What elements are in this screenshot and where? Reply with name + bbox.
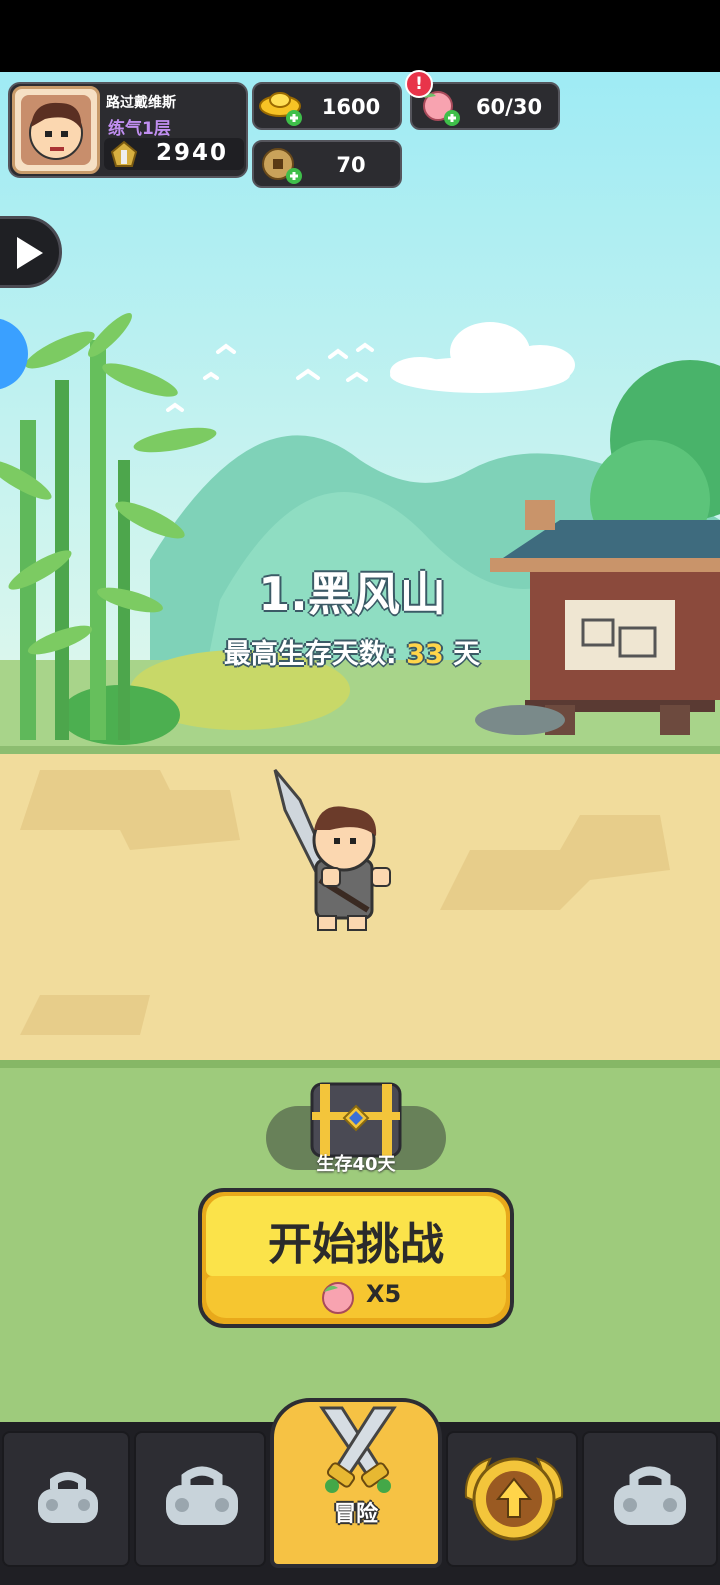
stage-title: 1.黑风山	[258, 567, 446, 621]
nav-tab-5-locked[interactable]	[582, 1431, 718, 1567]
avatar-face-icon	[21, 95, 91, 165]
copper-coin-icon	[262, 148, 302, 184]
peach-cost-icon	[322, 1282, 354, 1314]
lock-icon	[614, 1466, 686, 1525]
start-button-cost: X5	[366, 1280, 402, 1308]
avatar[interactable]	[12, 86, 100, 174]
lock-icon	[166, 1466, 238, 1525]
best-survival-days: 33	[406, 639, 444, 670]
best-survival-line: 最高生存天数: 33 天	[0, 632, 704, 671]
lock-icon	[38, 1472, 98, 1523]
player-name: 路过戴维斯	[106, 95, 176, 111]
player-panel[interactable]: 路过戴维斯 练气1层 2940	[8, 82, 248, 178]
player-realm: 练气1层	[108, 119, 171, 139]
power-bar: 2940	[104, 138, 244, 170]
gold-value: 1600	[321, 95, 381, 119]
power-helmet-icon	[110, 140, 138, 167]
crossed-swords-icon	[319, 1406, 397, 1493]
game-screen: 路过戴维斯 练气1层 2940 1600 60/30 ! 70 1.黑风山 最高…	[0, 0, 720, 1585]
start-challenge-button[interactable]: 开始挑战 X5	[198, 1188, 514, 1328]
nav-tab-adventure-label: 冒险	[333, 1502, 378, 1527]
scene-background	[0, 0, 720, 1585]
stamina-alert-badge: !	[405, 70, 433, 98]
reward-label: 生存40天	[316, 1154, 396, 1175]
treasure-chest-icon[interactable]	[306, 1078, 406, 1158]
power-value: 2940	[156, 140, 229, 166]
nav-tab-adventure[interactable]: 冒险	[270, 1398, 442, 1568]
nav-tab-1-locked[interactable]	[2, 1431, 130, 1567]
start-button-label: 开始挑战	[268, 1219, 444, 1270]
nav-tab-upgrade[interactable]	[446, 1431, 578, 1567]
rock	[475, 705, 565, 735]
upgrade-arrow-icon	[464, 1457, 564, 1541]
stamina-value: 60/30	[475, 95, 543, 119]
stamina-counter[interactable]: 60/30	[410, 82, 560, 130]
gold-ingot-icon	[259, 92, 302, 126]
play-arrow-icon	[17, 237, 43, 269]
best-survival-label: 最高生存天数:	[223, 639, 397, 670]
coins-value: 70	[336, 153, 366, 177]
gold-ingot-counter[interactable]: 1600	[252, 82, 402, 130]
best-survival-unit: 天	[453, 639, 481, 670]
nav-tab-2-locked[interactable]	[134, 1431, 266, 1567]
status-bar	[0, 0, 720, 72]
copper-coin-counter[interactable]: 70	[252, 140, 402, 188]
